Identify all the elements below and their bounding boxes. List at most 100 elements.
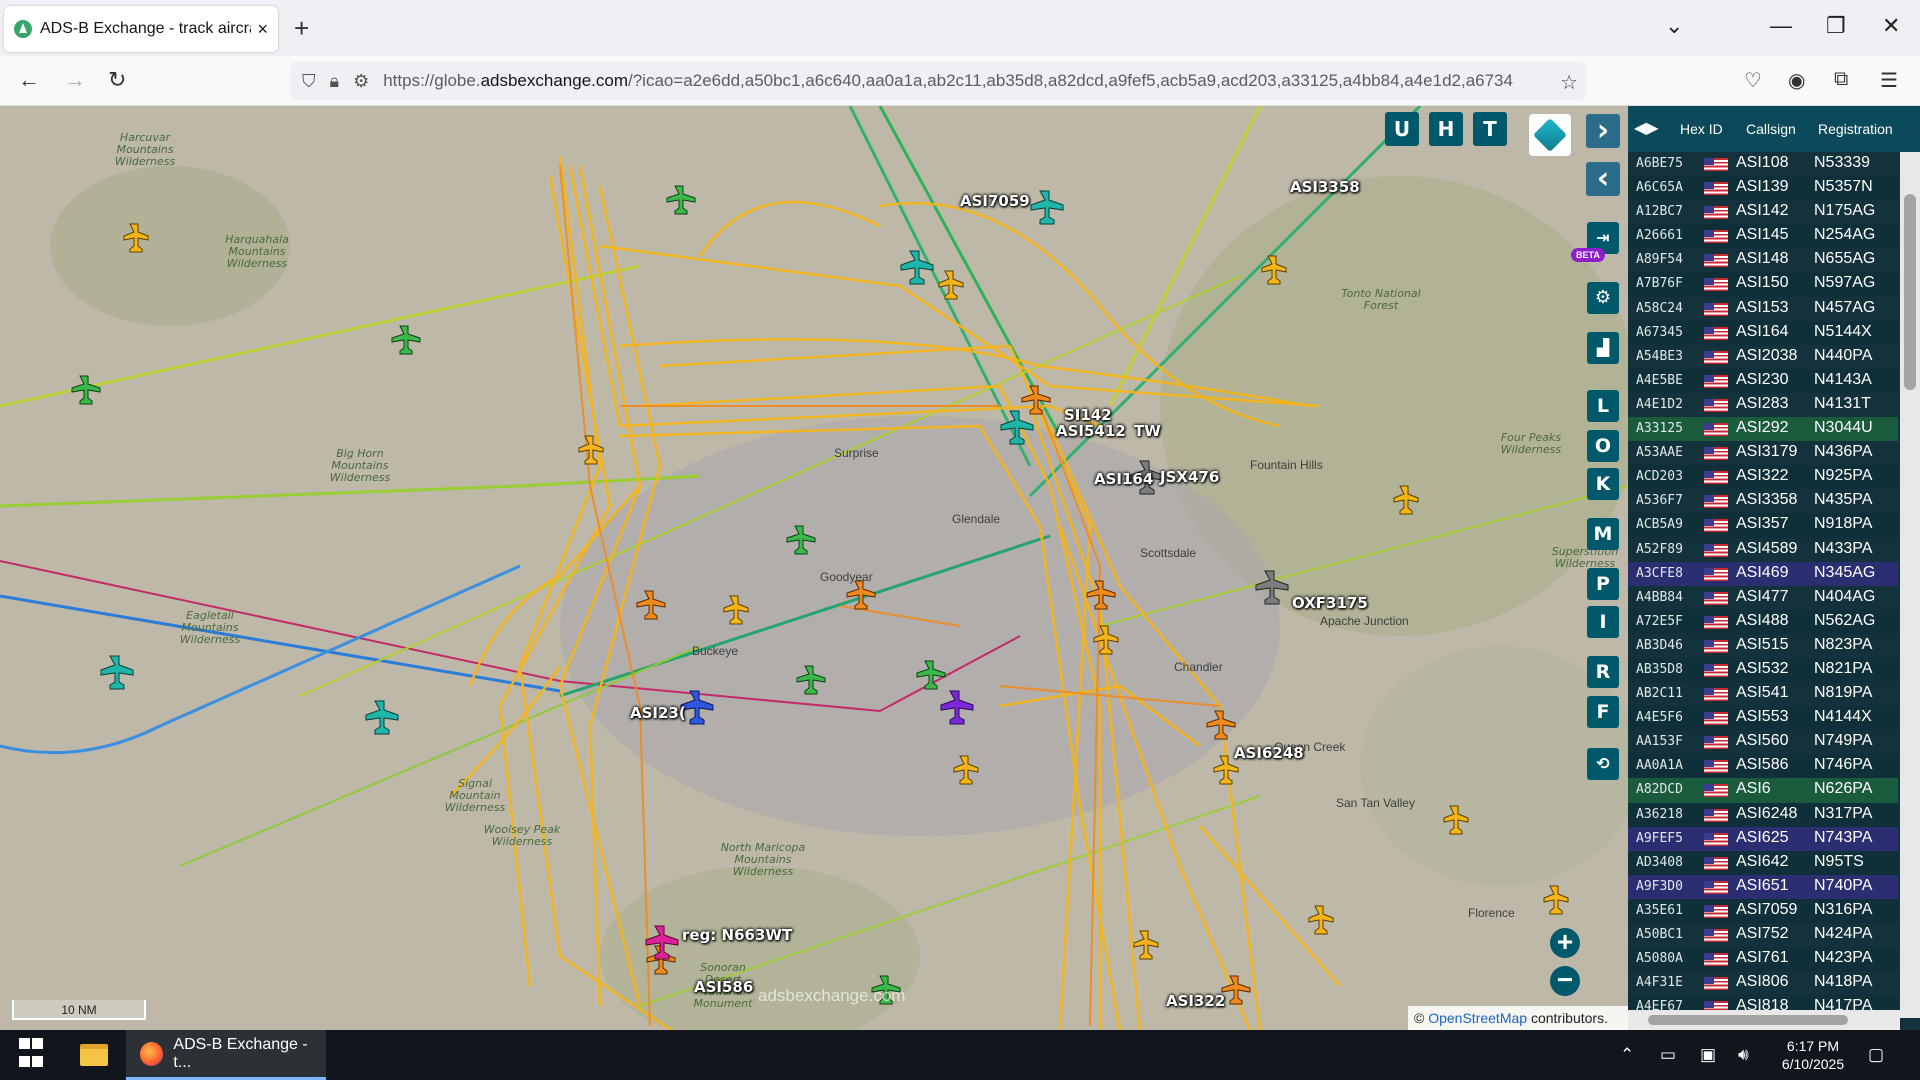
table-row[interactable]: A72E5F ASI488 N562AG bbox=[1628, 609, 1898, 634]
account-icon[interactable]: ◉ bbox=[1788, 68, 1805, 93]
lock-icon[interactable]: 🔒︎ bbox=[330, 71, 340, 92]
column-registration[interactable]: Registration bbox=[1818, 121, 1893, 137]
table-row[interactable]: A35E61 ASI7059 N316PA bbox=[1628, 898, 1898, 923]
minimize-icon[interactable]: — bbox=[1770, 14, 1792, 38]
layers-button[interactable] bbox=[1529, 114, 1571, 156]
table-row[interactable]: A7B76F ASI150 N597AG bbox=[1628, 272, 1898, 297]
table-row[interactable]: A33125 ASI292 N3044U bbox=[1628, 417, 1898, 442]
url-text[interactable]: https://globe.adsbexchange.com/?icao=a2e… bbox=[383, 71, 1513, 91]
aircraft-label[interactable]: ASI164 bbox=[1094, 470, 1153, 488]
tray-chevron-icon[interactable]: ⌃ bbox=[1620, 1045, 1634, 1065]
column-hex-id[interactable]: Hex ID bbox=[1680, 121, 1723, 137]
aircraft-label[interactable]: ASI6248 bbox=[1234, 744, 1304, 762]
table-row[interactable]: A12BC7 ASI142 N175AG bbox=[1628, 200, 1898, 224]
map-canvas[interactable]: Harcuvar Mountains Wilderness Harquahala… bbox=[0, 106, 1628, 1030]
r-button[interactable]: R bbox=[1587, 656, 1619, 688]
aircraft-label[interactable]: ASI7059 bbox=[960, 192, 1030, 210]
file-explorer-icon[interactable] bbox=[80, 1030, 108, 1080]
column-callsign[interactable]: Callsign bbox=[1746, 121, 1796, 137]
url-bar[interactable]: ⛉ 🔒︎ ⚙ https://globe.adsbexchange.com/?i… bbox=[290, 62, 1586, 100]
stats-icon[interactable]: ▟ bbox=[1587, 332, 1619, 364]
notifications-icon[interactable]: ▢ bbox=[1868, 1045, 1884, 1065]
vertical-scrollbar[interactable] bbox=[1900, 152, 1920, 1018]
l-button[interactable]: L bbox=[1587, 390, 1619, 422]
zoom-out-button[interactable]: − bbox=[1550, 966, 1580, 996]
k-button[interactable]: K bbox=[1587, 468, 1619, 500]
zoom-in-button[interactable]: + bbox=[1550, 928, 1580, 958]
firefox-taskbar-button[interactable]: ADS-B Exchange - t... bbox=[126, 1030, 326, 1080]
settings-gear-icon[interactable]: ⚙ bbox=[1587, 282, 1619, 314]
table-row[interactable]: A3CFE8 ASI469 N345AG bbox=[1628, 561, 1898, 586]
aircraft-label[interactable]: TW bbox=[1134, 422, 1161, 440]
pocket-icon[interactable]: ♡ bbox=[1744, 68, 1762, 93]
osm-link[interactable]: OpenStreetMap bbox=[1428, 1010, 1527, 1026]
i-button[interactable]: I bbox=[1587, 606, 1619, 638]
chevron-left-icon[interactable]: ‹ bbox=[1586, 162, 1620, 196]
table-row[interactable]: AA153F ASI560 N749PA bbox=[1628, 730, 1898, 754]
table-row[interactable]: A52F89 ASI4589 N433PA bbox=[1628, 538, 1898, 562]
table-row[interactable]: A26661 ASI145 N254AG bbox=[1628, 224, 1898, 249]
aircraft-label[interactable]: ASI23( bbox=[630, 704, 686, 722]
aircraft-label[interactable]: ASI322 bbox=[1166, 992, 1225, 1010]
tab-list-chevron-icon[interactable]: ⌄ bbox=[1665, 14, 1683, 38]
tab-adsb[interactable]: ADS-B Exchange - track aircraft × bbox=[4, 6, 278, 52]
aircraft-label[interactable]: ASI3358 bbox=[1290, 178, 1360, 196]
extensions-icon[interactable]: ⧉ bbox=[1834, 68, 1848, 91]
o-button[interactable]: O bbox=[1587, 430, 1619, 462]
units-button[interactable]: U bbox=[1385, 112, 1419, 146]
close-tab-icon[interactable]: × bbox=[257, 19, 268, 40]
aircraft-label[interactable]: JSX476 bbox=[1160, 468, 1219, 486]
horizontal-scrollbar[interactable] bbox=[1628, 1010, 1900, 1030]
table-row[interactable]: AD3408 ASI642 N95TS bbox=[1628, 850, 1898, 875]
table-row[interactable]: A50BC1 ASI752 N424PA bbox=[1628, 923, 1898, 947]
close-window-icon[interactable]: ✕ bbox=[1882, 14, 1900, 38]
shield-icon[interactable]: ⛉ bbox=[302, 71, 316, 92]
table-row[interactable]: A6BE75 ASI108 N53339 bbox=[1628, 152, 1898, 176]
table-row[interactable]: A5080A ASI761 N423PA bbox=[1628, 947, 1898, 972]
table-row[interactable]: A54BE3 ASI2038 N440PA bbox=[1628, 345, 1898, 369]
table-row[interactable]: A53AAE ASI3179 N436PA bbox=[1628, 441, 1898, 465]
table-row[interactable]: A536F7 ASI3358 N435PA bbox=[1628, 489, 1898, 513]
windows-start-icon[interactable] bbox=[18, 1030, 46, 1080]
menu-icon[interactable]: ☰ bbox=[1880, 68, 1898, 93]
clock[interactable]: 6:17 PM 6/10/2025 bbox=[1768, 1037, 1858, 1073]
table-row[interactable]: A4F31E ASI806 N418PA bbox=[1628, 971, 1898, 995]
table-row[interactable]: A82DCD ASI6 N626PA bbox=[1628, 778, 1898, 803]
permissions-icon[interactable]: ⚙ bbox=[353, 71, 369, 92]
volume-icon[interactable]: 🔊︎ bbox=[1738, 1045, 1749, 1065]
aircraft-label[interactable]: ASI5412 bbox=[1056, 422, 1126, 440]
hide-button[interactable]: H bbox=[1429, 112, 1463, 146]
f-button[interactable]: F bbox=[1587, 696, 1619, 728]
table-row[interactable]: A67345 ASI164 N5144X bbox=[1628, 320, 1898, 345]
table-row[interactable]: A4BB84 ASI477 N404AG bbox=[1628, 586, 1898, 610]
table-row[interactable]: A4E5BE ASI230 N4143A bbox=[1628, 368, 1898, 393]
table-row[interactable]: A4E1D2 ASI283 N4131T bbox=[1628, 393, 1898, 417]
reload-icon[interactable]: ↻ bbox=[108, 68, 126, 92]
chevron-right-icon[interactable]: › bbox=[1586, 114, 1620, 148]
aircraft-label[interactable]: ASI586 bbox=[694, 978, 753, 996]
table-row[interactable]: AA0A1A ASI586 N746PA bbox=[1628, 754, 1898, 779]
table-row[interactable]: AB2C11 ASI541 N819PA bbox=[1628, 682, 1898, 706]
table-row[interactable]: A4E5F6 ASI553 N4144X bbox=[1628, 706, 1898, 731]
new-tab-button[interactable]: + bbox=[294, 14, 309, 42]
table-row[interactable]: AB35D8 ASI532 N821PA bbox=[1628, 657, 1898, 683]
replay-icon[interactable]: ⟲ bbox=[1587, 748, 1619, 780]
battery-icon[interactable]: ▭ bbox=[1660, 1045, 1676, 1065]
aircraft-label[interactable]: reg: N663WT bbox=[682, 926, 792, 944]
bookmark-star-icon[interactable]: ☆ bbox=[1560, 70, 1578, 95]
network-icon[interactable]: ▣ bbox=[1700, 1045, 1716, 1065]
table-row[interactable]: ACD203 ASI322 N925PA bbox=[1628, 465, 1898, 490]
m-button[interactable]: M bbox=[1587, 518, 1619, 550]
table-row[interactable]: ACB5A9 ASI357 N918PA bbox=[1628, 513, 1898, 538]
table-row[interactable]: A9F3D0 ASI651 N740PA bbox=[1628, 874, 1898, 899]
trails-button[interactable]: T bbox=[1473, 112, 1507, 146]
table-row[interactable]: A36218 ASI6248 N317PA bbox=[1628, 802, 1898, 827]
back-arrow-icon[interactable]: ← bbox=[18, 68, 40, 92]
p-button[interactable]: P bbox=[1587, 568, 1619, 600]
restore-icon[interactable]: ❐ bbox=[1826, 14, 1846, 38]
table-row[interactable]: A6C65A ASI139 N5357N bbox=[1628, 176, 1898, 201]
panel-toggle-icon[interactable]: ◀▶ bbox=[1634, 118, 1659, 138]
aircraft-label[interactable]: OXF3175 bbox=[1292, 594, 1368, 612]
table-row[interactable]: A9FEF5 ASI625 N743PA bbox=[1628, 826, 1898, 851]
table-row[interactable]: AB3D46 ASI515 N823PA bbox=[1628, 634, 1898, 658]
